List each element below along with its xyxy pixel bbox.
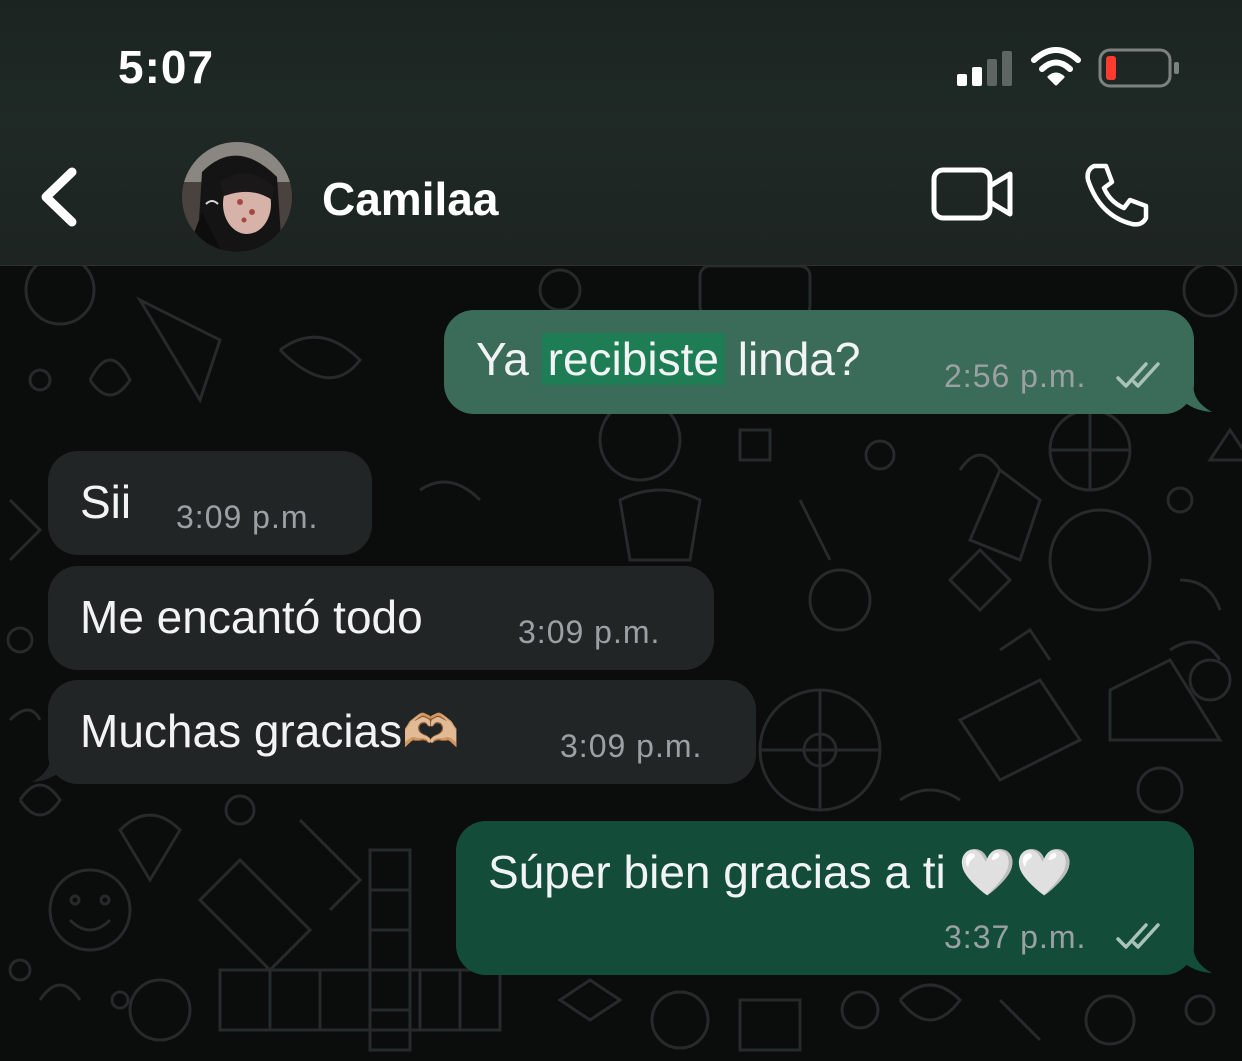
message-time-value: 3:37 [944,919,1011,955]
search-highlight: recibiste [541,333,725,385]
message-time-value: 2:56 [944,358,1011,394]
wifi-icon [1031,47,1081,86]
message-text: Súper bien gracias a ti 🤍🤍 [488,846,1074,898]
message-time-value: 3:09 [560,728,627,764]
avatar-photo [182,142,292,252]
message-time: 2:56 p.m. [944,358,1086,395]
message-time-value: 3:09 [518,614,585,650]
message-time-period: p.m. [252,499,319,535]
message-text: Ya recibiste linda? [476,332,861,386]
chat-header: 5:07 Camilaa [0,0,1242,266]
message-time-period: p.m. [1020,919,1087,955]
message-bubble-incoming[interactable]: Muchas gracias🫶🏼 3:09 p.m. [48,680,756,784]
message-bubble-outgoing[interactable]: Súper bien gracias a ti 🤍🤍 3:37 p.m. [456,821,1194,975]
message-bubble-incoming[interactable]: Me encantó todo 3:09 p.m. [48,566,714,670]
message-bubble-incoming[interactable]: Sii 3:09 p.m. [48,451,372,555]
double-check-icon [1116,362,1160,388]
message-time-period: p.m. [636,728,703,764]
message-text-part: Ya [476,333,542,385]
bubble-tail [32,750,74,782]
message-time: 3:09 p.m. [518,614,660,651]
double-check-icon [1116,923,1160,949]
status-bar-time: 5:07 [118,41,215,93]
message-time: 3:37 p.m. [944,919,1086,956]
contact-avatar[interactable] [182,142,292,252]
message-text: Muchas gracias🫶🏼 [80,705,460,757]
message-bubble-outgoing[interactable]: Ya recibiste linda? 2:56 p.m. [444,310,1194,414]
message-time-period: p.m. [1020,358,1087,394]
cellular-signal-icon [957,51,1012,86]
battery-low-icon [1098,48,1179,88]
message-text: Me encantó todo [80,591,423,643]
message-time-value: 3:09 [176,499,243,535]
message-time: 3:09 p.m. [176,499,318,536]
video-camera-icon[interactable] [930,164,1016,224]
contact-name[interactable]: Camilaa [322,172,498,226]
bubble-tail [1170,380,1212,412]
message-time-period: p.m. [594,614,661,650]
bubble-tail [1170,941,1212,973]
back-chevron-icon[interactable] [36,164,86,230]
message-text: Sii [80,476,132,528]
message-time: 3:09 p.m. [560,728,702,765]
phone-icon[interactable] [1080,160,1152,230]
message-text-part: linda? [724,333,861,385]
